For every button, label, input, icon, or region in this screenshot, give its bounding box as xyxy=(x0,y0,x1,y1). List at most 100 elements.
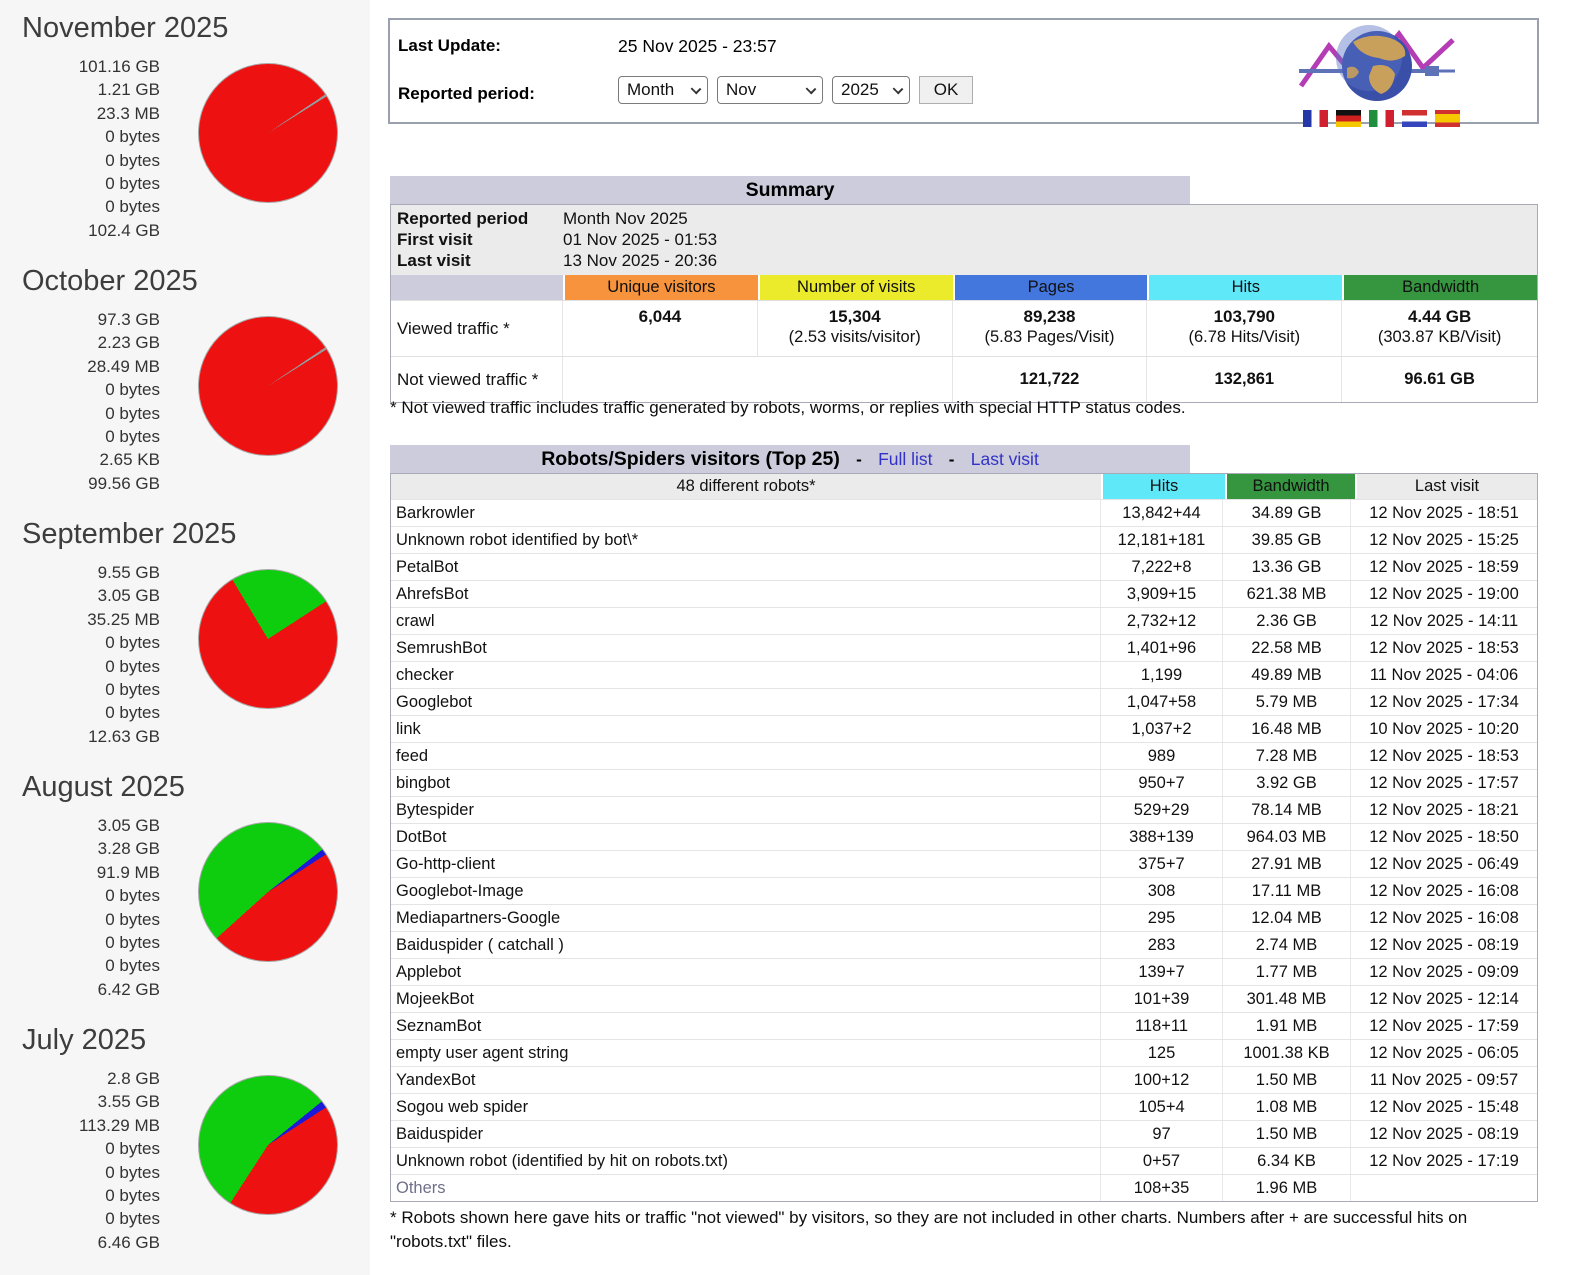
robot-row: Googlebot1,047+585.79 MB12 Nov 2025 - 17… xyxy=(391,688,1537,715)
robot-bandwidth: 1.50 MB xyxy=(1223,1067,1351,1093)
month-values: 9.55 GB3.05 GB35.25 MB0 bytes0 bytes0 by… xyxy=(0,561,160,748)
summary-column-header: Bandwidth xyxy=(1344,275,1537,300)
robot-hits: 0+57 xyxy=(1101,1148,1223,1174)
robot-name: YandexBot xyxy=(391,1067,1101,1093)
viewed-traffic-label: Viewed traffic * xyxy=(391,301,563,356)
robot-bandwidth: 1.77 MB xyxy=(1223,959,1351,985)
month-values: 97.3 GB2.23 GB28.49 MB0 bytes0 bytes0 by… xyxy=(0,308,160,495)
flag-netherlands-icon[interactable] xyxy=(1402,110,1427,127)
month-title: August 2025 xyxy=(0,771,370,804)
last-visit-column-header: Last visit xyxy=(1357,474,1537,499)
robot-name: Mediapartners-Google xyxy=(391,905,1101,931)
robot-last-visit: 12 Nov 2025 - 08:19 xyxy=(1351,1121,1537,1147)
robot-hits: 125 xyxy=(1101,1040,1223,1066)
period-year-select[interactable]: 2025 xyxy=(832,76,910,104)
robot-bandwidth: 1.96 MB xyxy=(1223,1175,1351,1201)
month-value: 0 bytes xyxy=(0,1207,160,1230)
month-value: 6.46 GB xyxy=(0,1231,160,1254)
period-header-box: Last Update: 25 Nov 2025 - 23:57 Reporte… xyxy=(388,18,1539,124)
ok-button[interactable]: OK xyxy=(919,76,973,104)
period-month-select[interactable]: Nov xyxy=(717,76,823,104)
month-value: 91.9 MB xyxy=(0,861,160,884)
month-block: November 2025101.16 GB1.21 GB23.3 MB0 by… xyxy=(0,0,370,253)
month-value: 9.55 GB xyxy=(0,561,160,584)
flag-france-icon[interactable] xyxy=(1303,110,1328,127)
robot-last-visit: 12 Nov 2025 - 15:48 xyxy=(1351,1094,1537,1120)
robot-hits: 295 xyxy=(1101,905,1223,931)
robot-last-visit: 11 Nov 2025 - 04:06 xyxy=(1351,662,1537,688)
robot-name: Unknown robot (identified by hit on robo… xyxy=(391,1148,1101,1174)
viewed-traffic-cell: 103,790(6.78 Hits/Visit) xyxy=(1147,301,1342,356)
robot-last-visit: 12 Nov 2025 - 15:25 xyxy=(1351,527,1537,553)
month-title: November 2025 xyxy=(0,12,370,45)
robot-name: Baiduspider ( catchall ) xyxy=(391,932,1101,958)
robot-hits: 308 xyxy=(1101,878,1223,904)
robot-last-visit: 12 Nov 2025 - 16:08 xyxy=(1351,878,1537,904)
flag-italy-icon[interactable] xyxy=(1369,110,1394,127)
flag-germany-icon[interactable] xyxy=(1336,110,1361,127)
robot-row: PetalBot7,222+813.36 GB12 Nov 2025 - 18:… xyxy=(391,553,1537,580)
month-value: 0 bytes xyxy=(0,1184,160,1207)
flag-spain-icon[interactable] xyxy=(1435,110,1460,127)
month-value: 0 bytes xyxy=(0,1137,160,1160)
robot-hits: 2,732+12 xyxy=(1101,608,1223,634)
robot-name: AhrefsBot xyxy=(391,581,1101,607)
month-value: 113.29 MB xyxy=(0,1114,160,1137)
month-value: 0 bytes xyxy=(0,678,160,701)
summary-info-value: Month Nov 2025 xyxy=(563,208,1537,229)
month-value: 23.3 MB xyxy=(0,102,160,125)
summary-info: Reported periodMonth Nov 2025First visit… xyxy=(391,205,1537,275)
period-controls: Month Nov 2025 OK xyxy=(618,76,973,104)
robot-row: SeznamBot118+111.91 MB12 Nov 2025 - 17:5… xyxy=(391,1012,1537,1039)
month-pie-chart xyxy=(198,1075,338,1215)
robot-last-visit: 12 Nov 2025 - 18:53 xyxy=(1351,635,1537,661)
last-visit-link[interactable]: Last visit xyxy=(971,449,1039,469)
robot-name: checker xyxy=(391,662,1101,688)
viewed-traffic-cell: 15,304(2.53 visits/visitor) xyxy=(758,301,953,356)
robot-row: Barkrowler13,842+4434.89 GB12 Nov 2025 -… xyxy=(391,499,1537,526)
robot-bandwidth: 78.14 MB xyxy=(1223,797,1351,823)
robot-row: Baiduspider971.50 MB12 Nov 2025 - 08:19 xyxy=(391,1120,1537,1147)
summary-corner-cell xyxy=(391,275,563,300)
viewed-traffic-row: Viewed traffic * 6,04415,304(2.53 visits… xyxy=(391,300,1537,356)
viewed-ratio: (6.78 Hits/Visit) xyxy=(1151,328,1337,347)
robot-hits: 989 xyxy=(1101,743,1223,769)
robot-hits: 118+11 xyxy=(1101,1013,1223,1039)
robot-last-visit: 12 Nov 2025 - 17:34 xyxy=(1351,689,1537,715)
robot-row: bingbot950+73.92 GB12 Nov 2025 - 17:57 xyxy=(391,769,1537,796)
robot-last-visit: 12 Nov 2025 - 18:50 xyxy=(1351,824,1537,850)
robot-name: MojeekBot xyxy=(391,986,1101,1012)
robot-name: Googlebot-Image xyxy=(391,878,1101,904)
summary-info-row: Reported periodMonth Nov 2025 xyxy=(391,208,1537,229)
robot-hits: 3,909+15 xyxy=(1101,581,1223,607)
robot-hits: 375+7 xyxy=(1101,851,1223,877)
robots-title-bar: Robots/Spiders visitors (Top 25) - Full … xyxy=(390,445,1190,473)
robot-bandwidth: 1.50 MB xyxy=(1223,1121,1351,1147)
month-value: 0 bytes xyxy=(0,172,160,195)
month-value: 97.3 GB xyxy=(0,308,160,331)
robot-name: Go-http-client xyxy=(391,851,1101,877)
robot-last-visit: 12 Nov 2025 - 06:49 xyxy=(1351,851,1537,877)
month-value: 6.42 GB xyxy=(0,978,160,1001)
robot-row: SemrushBot1,401+9622.58 MB12 Nov 2025 - … xyxy=(391,634,1537,661)
summary-title-bar: Summary xyxy=(390,176,1190,204)
robot-name: feed xyxy=(391,743,1101,769)
robot-bandwidth: 2.36 GB xyxy=(1223,608,1351,634)
robot-last-visit: 12 Nov 2025 - 09:09 xyxy=(1351,959,1537,985)
summary-info-row: First visit01 Nov 2025 - 01:53 xyxy=(391,229,1537,250)
robot-row: feed9897.28 MB12 Nov 2025 - 18:53 xyxy=(391,742,1537,769)
month-value: 1.21 GB xyxy=(0,78,160,101)
robot-bandwidth: 1.91 MB xyxy=(1223,1013,1351,1039)
full-list-link[interactable]: Full list xyxy=(878,449,932,469)
robot-name: bingbot xyxy=(391,770,1101,796)
robot-hits: 139+7 xyxy=(1101,959,1223,985)
month-title: October 2025 xyxy=(0,265,370,298)
month-value: 0 bytes xyxy=(0,908,160,931)
robot-bandwidth: 964.03 MB xyxy=(1223,824,1351,850)
period-type-select[interactable]: Month xyxy=(618,76,708,104)
period-type-value: Month xyxy=(627,80,674,99)
month-value: 35.25 MB xyxy=(0,608,160,631)
summary-info-label: First visit xyxy=(391,229,563,250)
robot-bandwidth: 39.85 GB xyxy=(1223,527,1351,553)
robot-name: Baiduspider xyxy=(391,1121,1101,1147)
